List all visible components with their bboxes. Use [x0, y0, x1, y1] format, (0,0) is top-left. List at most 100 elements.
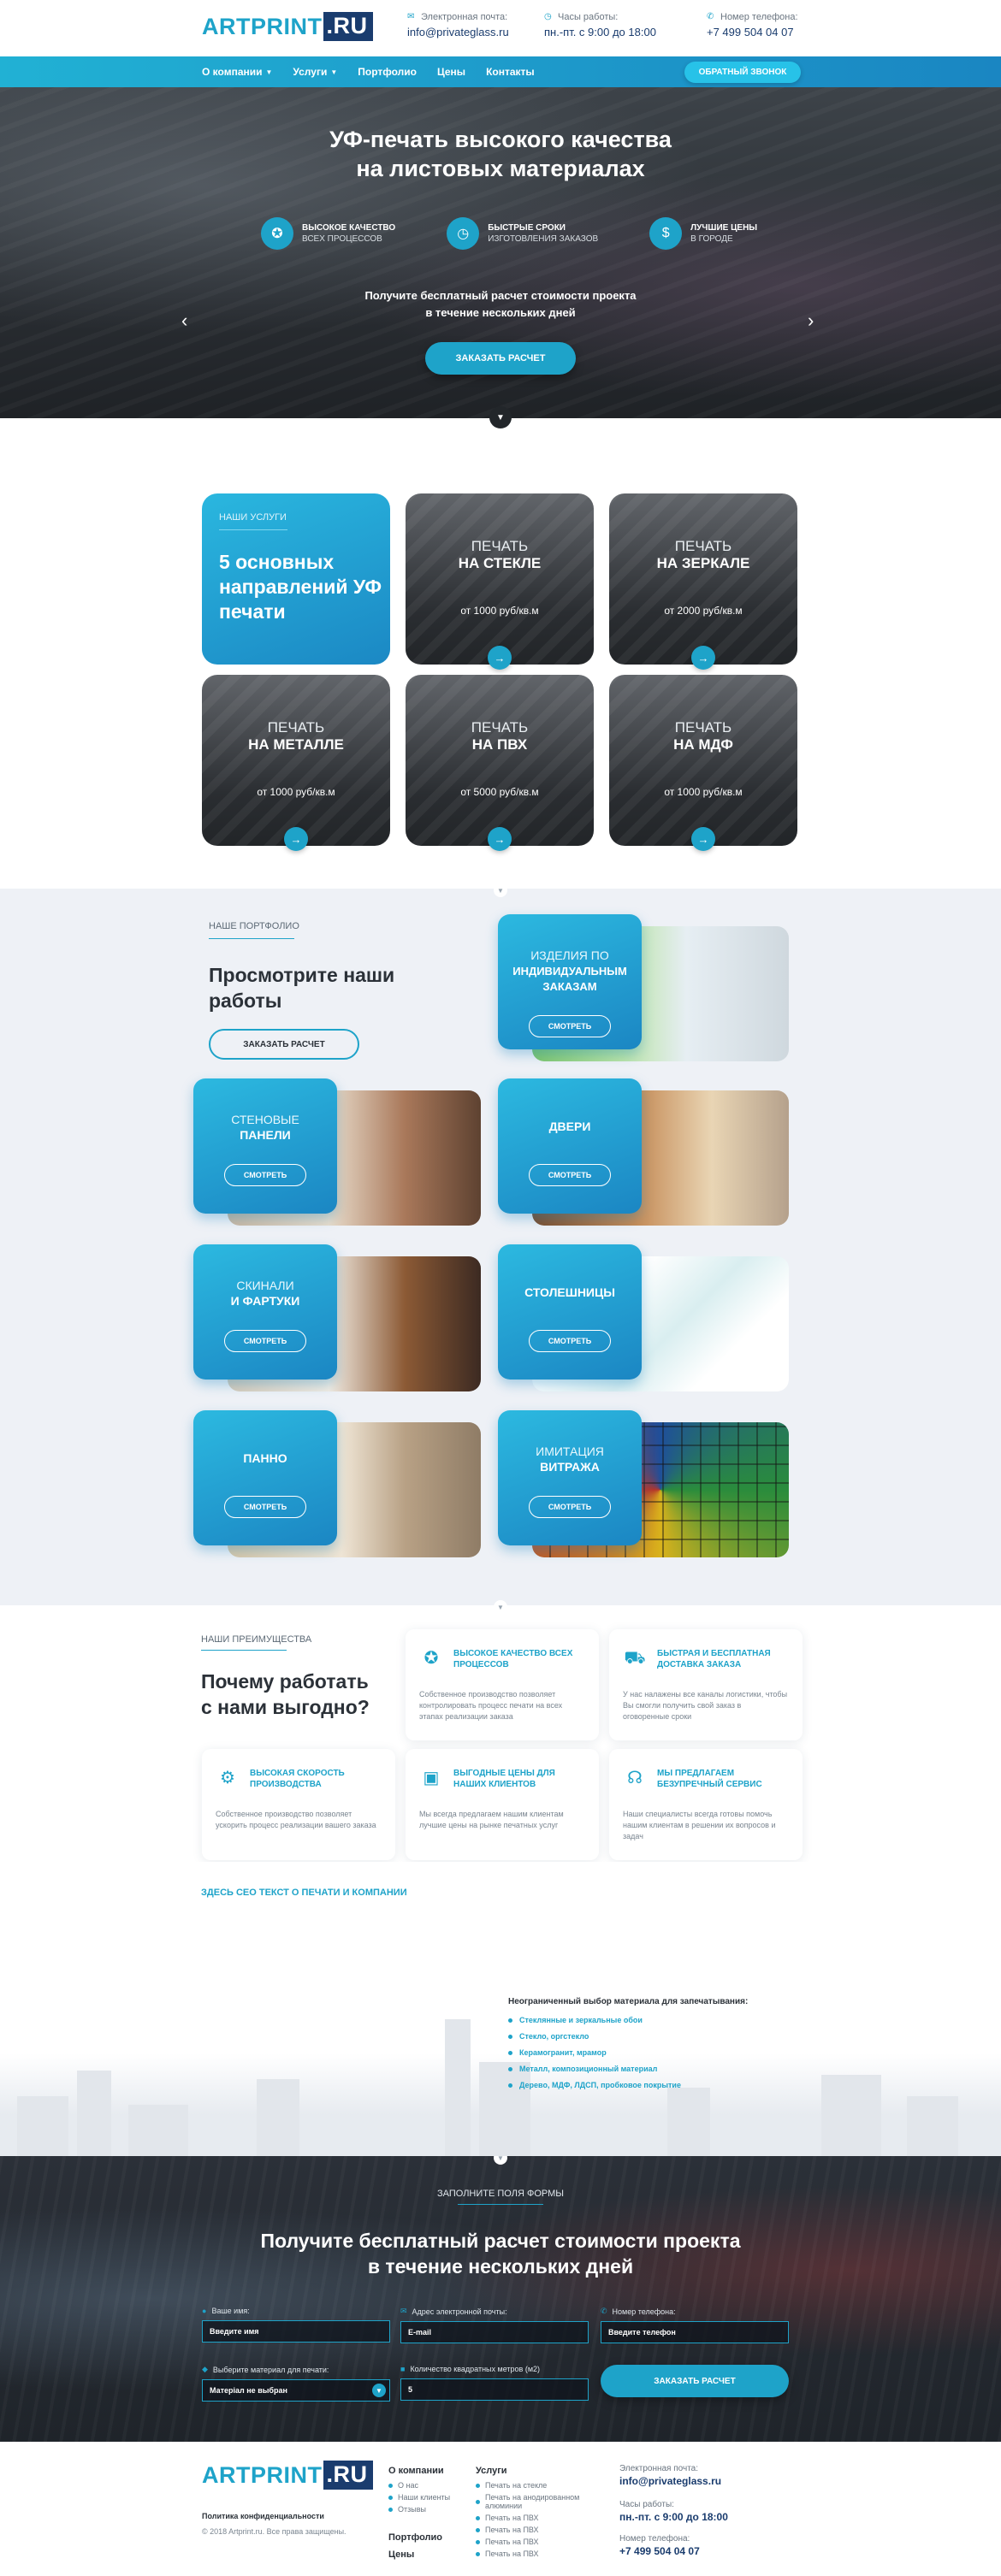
- footer-link[interactable]: Печать на анодированном алюминии: [476, 2493, 595, 2510]
- service-price: от 5000 руб/кв.м: [460, 786, 539, 798]
- chevron-down-icon[interactable]: ▼: [372, 2384, 386, 2397]
- footer-link[interactable]: О нас: [388, 2481, 450, 2490]
- portfolio-label-bottom: ВИТРАЖА: [540, 1460, 600, 1474]
- callback-button[interactable]: ОБРАТНЫЙ ЗВОНОК: [684, 62, 801, 83]
- service-title-bottom: НА СТЕКЛЕ: [458, 555, 542, 571]
- advantage-title: МЫ ПРЕДЛАГАЕМ БЕЗУПРЕЧНЫЙ СЕРВИС: [657, 1769, 762, 1789]
- nav-item-about[interactable]: О компании ▼: [202, 66, 272, 78]
- footer-link[interactable]: Печать на ПВХ: [476, 2538, 595, 2546]
- site-logo[interactable]: ARTPRINT .RU: [202, 12, 373, 41]
- scroll-down-icon[interactable]: ▼: [489, 406, 512, 428]
- footer-link[interactable]: Отзывы: [388, 2505, 450, 2514]
- footer-email-link[interactable]: info@privateglass.ru: [619, 2475, 721, 2487]
- footer-services-list: Печать на стекле Печать на анодированном…: [476, 2481, 595, 2561]
- view-button[interactable]: СМОТРЕТЬ: [529, 1330, 611, 1352]
- view-button[interactable]: СМОТРЕТЬ: [224, 1164, 306, 1186]
- seo-heading: ЗДЕСЬ СЕО ТЕКСТ О ПЕЧАТИ И КОМПАНИИ: [201, 1888, 407, 1898]
- privacy-policy-link[interactable]: Политика конфиденциальности: [202, 2512, 324, 2520]
- footer-col-title[interactable]: Портфолио: [388, 2532, 442, 2543]
- portfolio-label-bottom: И ФАРТУКИ: [230, 1294, 300, 1308]
- order-calculation-button[interactable]: ЗАКАЗАТЬ РАСЧЕТ: [425, 342, 576, 375]
- portfolio-label-bottom: СТОЛЕШНИЦЫ: [524, 1285, 615, 1299]
- footer-link[interactable]: Печать на стекле: [476, 2481, 595, 2490]
- hero-title-line1: УФ-печать высокого качества: [329, 127, 672, 152]
- service-card-mdf[interactable]: ПЕЧАТЬ НА МДФ от 1000 руб/кв.м →: [609, 675, 797, 851]
- service-card-metal[interactable]: ПЕЧАТЬ НА МЕТАЛЛЕ от 1000 руб/кв.м →: [202, 675, 390, 851]
- header-phone-link[interactable]: +7 499 504 04 07: [707, 26, 798, 38]
- portfolio-tile: [498, 1078, 642, 1214]
- portfolio-label-bottom: ПАННО: [243, 1451, 287, 1465]
- footer-link[interactable]: Печать на ПВХ: [476, 2526, 595, 2534]
- arrow-right-icon[interactable]: →: [691, 646, 715, 670]
- service-title-top: ПЕЧАТЬ: [674, 538, 732, 554]
- name-input[interactable]: Введите имя: [202, 2320, 390, 2343]
- list-item: Керамогранит, мрамор: [508, 2048, 681, 2057]
- nav-item-prices[interactable]: Цены: [437, 66, 465, 78]
- submit-button[interactable]: ЗАКАЗАТЬ РАСЧЕТ: [601, 2365, 789, 2397]
- arrow-right-icon[interactable]: →: [284, 827, 308, 851]
- arrow-right-icon[interactable]: →: [488, 827, 512, 851]
- footer-email-label: Электронная почта:: [619, 2464, 699, 2473]
- portfolio-card-custom[interactable]: ИЗДЕЛИЯ ПО ИНДИВИДУАЛЬНЫМ ЗАКАЗАМ СМОТРЕ…: [498, 914, 789, 1061]
- view-button[interactable]: СМОТРЕТЬ: [529, 1015, 611, 1037]
- portfolio-label-top: СТЕНОВЫЕ: [231, 1113, 299, 1126]
- layers-icon: ◆: [202, 2365, 208, 2373]
- arrow-right-icon[interactable]: →: [691, 827, 715, 851]
- service-price: от 1000 руб/кв.м: [664, 786, 743, 798]
- list-item: Металл, композиционный материал: [508, 2065, 681, 2073]
- advantage-title: ВЫСОКАЯ СКОРОСТЬ ПРОИЗВОДСТВА: [250, 1769, 345, 1789]
- material-field-group: ◆ Выберите материал для печати: Матерiал …: [202, 2365, 390, 2402]
- portfolio-card-stained-glass[interactable]: ИМИТАЦИЯ ВИТРАЖА СМОТРЕТЬ: [498, 1410, 789, 1557]
- nav-item-services[interactable]: Услуги ▼: [293, 66, 337, 78]
- view-button[interactable]: СМОТРЕТЬ: [529, 1164, 611, 1186]
- footer-about-list: О нас Наши клиенты Отзывы: [388, 2481, 450, 2517]
- chevron-down-icon: ▼: [330, 68, 338, 76]
- portfolio-order-button[interactable]: ЗАКАЗАТЬ РАСЧЕТ: [209, 1029, 359, 1060]
- hero-feature: ✪ ВЫСОКОЕ КАЧЕСТВО ВСЕХ ПРОЦЕССОВ: [261, 217, 395, 250]
- footer-link[interactable]: Наши клиенты: [388, 2493, 450, 2502]
- service-card-pvc[interactable]: ПЕЧАТЬ НА ПВХ от 5000 руб/кв.м →: [406, 675, 594, 851]
- view-button[interactable]: СМОТРЕТЬ: [529, 1496, 611, 1518]
- header-email-link[interactable]: info@privateglass.ru: [407, 26, 509, 38]
- advantage-card: ✪ ВЫСОКОЕ КАЧЕСТВО ВСЕХ ПРОЦЕССОВ Собств…: [406, 1629, 599, 1740]
- footer-col-title[interactable]: Услуги: [476, 2466, 507, 2476]
- portfolio-card-wall-panels[interactable]: СТЕНОВЫЕ ПАНЕЛИ СМОТРЕТЬ: [193, 1078, 481, 1226]
- portfolio-eyebrow: НАШЕ ПОРТФОЛИО: [209, 921, 299, 931]
- portfolio-card-skinali[interactable]: СКИНАЛИ И ФАРТУКИ СМОТРЕТЬ: [193, 1244, 481, 1391]
- service-card-mirror[interactable]: ПЕЧАТЬ НА ЗЕРКАЛЕ от 2000 руб/кв.м →: [609, 493, 797, 670]
- phone-input[interactable]: Введите телефон: [601, 2321, 789, 2343]
- field-label: Номер телефона:: [612, 2307, 676, 2316]
- nav-item-portfolio[interactable]: Портфолио: [358, 66, 417, 78]
- top-bar: ARTPRINT .RU ✉ Электронная почта: info@pri…: [0, 0, 1001, 56]
- name-field-group: ● Ваше имя: Введите имя: [202, 2307, 390, 2343]
- portfolio-card-panno[interactable]: ПАННО СМОТРЕТЬ: [193, 1410, 481, 1557]
- service-card-glass[interactable]: ПЕЧАТЬ НА СТЕКЛЕ от 1000 руб/кв.м →: [406, 493, 594, 670]
- portfolio-tile: [193, 1244, 337, 1380]
- footer-link[interactable]: Печать на ПВХ: [476, 2549, 595, 2558]
- footer-col-title[interactable]: О компании: [388, 2466, 444, 2476]
- view-button[interactable]: СМОТРЕТЬ: [224, 1496, 306, 1518]
- footer-link[interactable]: Печать на ПВХ: [476, 2514, 595, 2522]
- footer-col-title[interactable]: Цены: [388, 2549, 414, 2560]
- nav-item-contacts[interactable]: Контакты: [486, 66, 535, 78]
- chevron-down-icon[interactable]: ▼: [494, 883, 507, 897]
- area-input[interactable]: 5: [400, 2378, 589, 2401]
- portfolio-card-countertops[interactable]: СТОЛЕШНИЦЫ СМОТРЕТЬ: [498, 1244, 789, 1391]
- field-label: Ваше имя:: [211, 2307, 250, 2315]
- footer-logo[interactable]: ARTPRINT .RU: [202, 2461, 373, 2490]
- view-button[interactable]: СМОТРЕТЬ: [224, 1330, 306, 1352]
- chevron-down-icon[interactable]: ▼: [494, 1600, 507, 1614]
- arrow-right-icon[interactable]: →: [488, 646, 512, 670]
- advantage-card: ⛟ БЫСТРАЯ И БЕСПЛАТНАЯ ДОСТАВКА ЗАКАЗА У…: [609, 1629, 803, 1740]
- city-skyline-decoration: [0, 2019, 1001, 2156]
- material-select[interactable]: Матерiал не выбран ▼: [202, 2379, 390, 2402]
- service-title-top: ПЕЧАТЬ: [674, 719, 732, 736]
- footer-phone-link[interactable]: +7 499 504 04 07: [619, 2545, 700, 2557]
- footer-phone-label: Номер телефона:: [619, 2534, 690, 2544]
- medal-icon: ✪: [261, 217, 293, 250]
- hero-subtitle: Получите бесплатный расчет стоимости про…: [0, 287, 1001, 322]
- email-input[interactable]: E-mail: [400, 2321, 589, 2343]
- eyebrow-underline: [201, 1650, 287, 1651]
- portfolio-card-doors[interactable]: ДВЕРИ СМОТРЕТЬ: [498, 1078, 789, 1226]
- chevron-down-icon[interactable]: ▼: [494, 2156, 507, 2165]
